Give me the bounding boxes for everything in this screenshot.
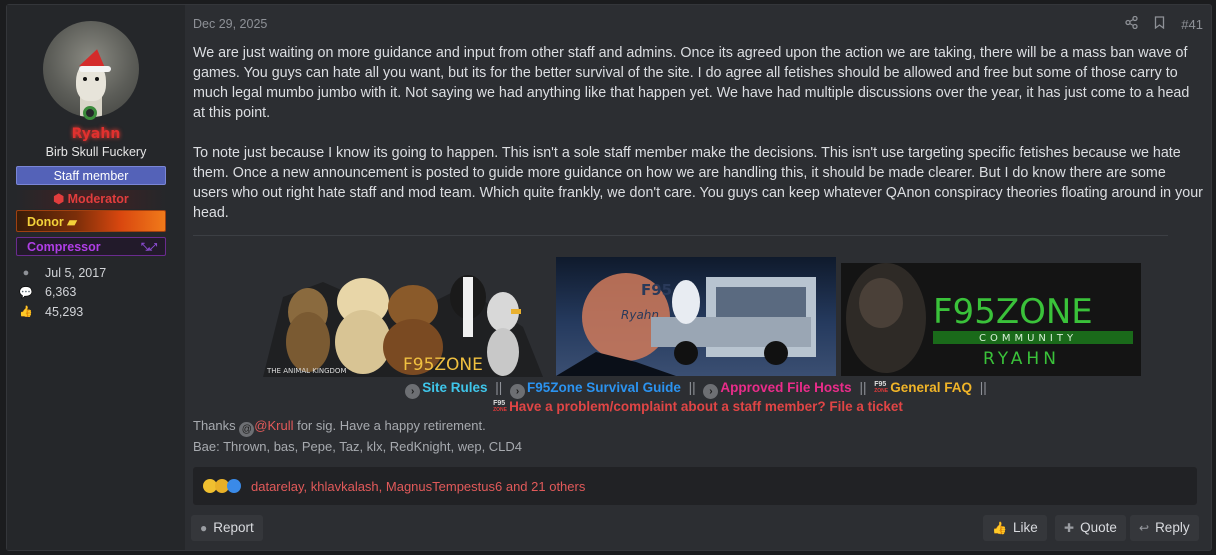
f95zone-community-banner: F95ZONE COMMUNITY RYAHN	[841, 263, 1141, 376]
report-button[interactable]: ● Report	[191, 515, 263, 541]
f95-logo-icon: F95 ZONE	[493, 400, 507, 413]
user-sidebar: Ryahn Birb Skull Fuckery Staff member ⬢ …	[7, 5, 185, 550]
thumbs-up-icon: 👍	[992, 521, 1007, 535]
svg-text:F95ZONE: F95ZONE	[403, 355, 483, 375]
donor-banner: Donor ▰	[16, 210, 166, 232]
reply-icon: ↩	[1139, 521, 1150, 535]
comments-icon: 💬	[19, 286, 33, 299]
like-emoji-icon	[227, 479, 241, 493]
stat-messages: 💬 6,363	[19, 285, 77, 300]
file-ticket-link[interactable]: Have a problem/complaint about a staff m…	[509, 399, 903, 414]
username[interactable]: Ryahn	[7, 126, 185, 142]
moderator-banner: ⬢ Moderator	[16, 190, 166, 209]
f95-logo-icon: F95 ZONE	[874, 381, 889, 394]
post-date[interactable]: Dec 29, 2025	[193, 17, 267, 31]
reactions-bar[interactable]: datarelay, khlavkalash, MagnusTempestus6…	[193, 467, 1197, 505]
moderator-icon: ⬢	[53, 192, 65, 206]
post-paragraph: To note just because I know its going to…	[193, 145, 1203, 221]
post-main: Dec 29, 2025 #41 We are just waiting on …	[191, 5, 1205, 550]
signature-text: Thanks @ @Krull for sig. Have a happy ret…	[193, 416, 522, 457]
svg-text:F95: F95	[641, 281, 672, 299]
at-icon: @	[239, 422, 255, 437]
site-rules-link[interactable]: Site Rules	[422, 380, 487, 395]
quote-button[interactable]: ✚ Quote	[1055, 515, 1126, 541]
truck-banner: F95 Ryahn	[556, 257, 836, 376]
chevron-right-icon: ›	[405, 384, 421, 399]
user-icon: ●	[22, 266, 30, 279]
general-faq-link[interactable]: General FAQ	[890, 380, 972, 395]
compressor-banner: Compressor ⤡⤢	[16, 237, 166, 256]
post-tools: #41	[1125, 15, 1203, 32]
donor-icon: ▰	[67, 215, 77, 229]
like-button[interactable]: 👍 Like	[983, 515, 1047, 541]
svg-text:RYAHN: RYAHN	[983, 349, 1060, 369]
mention-krull[interactable]: @Krull	[254, 418, 293, 433]
signature-ticket-line: F95 ZONE Have a problem/complaint about a …	[193, 399, 1203, 414]
online-status-indicator	[83, 106, 97, 120]
animal-kingdom-banner: THE ANIMAL KINGDOM F95ZONE	[263, 257, 543, 377]
alert-icon: ●	[200, 521, 208, 535]
compress-arrows-icon: ⤡⤢	[141, 242, 157, 253]
signature-divider	[193, 235, 1168, 236]
avatar[interactable]	[43, 21, 139, 117]
svg-text:COMMUNITY: COMMUNITY	[979, 333, 1077, 344]
svg-text:THE ANIMAL KINGDOM: THE ANIMAL KINGDOM	[266, 367, 347, 375]
user-title: Birb Skull Fuckery	[45, 145, 147, 159]
survival-guide-link[interactable]: F95Zone Survival Guide	[527, 380, 681, 395]
plus-icon: ✚	[1064, 521, 1075, 535]
svg-text:F95ZONE: F95ZONE	[933, 292, 1093, 332]
post-number[interactable]: #41	[1181, 17, 1203, 32]
stat-joined: ● Jul 5, 2017	[19, 263, 107, 283]
post-actions: ● Report 👍 Like ✚ Quote ↩ Reply	[191, 515, 1203, 541]
chevron-right-icon: ›	[703, 384, 719, 399]
user-stats: ● Jul 5, 2017 💬 6,363 👍 45,293	[19, 263, 106, 322]
signature-images: THE ANIMAL KINGDOM F95ZONE F95 Ryahn F95…	[263, 257, 1143, 379]
chevron-right-icon: ›	[510, 384, 526, 399]
reply-button[interactable]: ↩ Reply	[1130, 515, 1199, 541]
reaction-users[interactable]: datarelay, khlavkalash, MagnusTempestus6…	[251, 479, 585, 494]
post-paragraph: We are just waiting on more guidance and…	[193, 45, 1190, 121]
staff-member-banner: Staff member	[16, 166, 166, 185]
signature-links: › Site Rules || › F95Zone Survival Guide |…	[193, 380, 1203, 399]
thumbs-up-icon: 👍	[19, 306, 33, 319]
approved-hosts-link[interactable]: Approved File Hosts	[720, 380, 851, 395]
bae-line: Bae: Thrown, bas, Pepe, Taz, klx, RedKni…	[193, 439, 523, 454]
post-body: We are just waiting on more guidance and…	[193, 43, 1203, 243]
share-icon[interactable]	[1125, 15, 1138, 32]
bookmark-icon[interactable]	[1154, 16, 1165, 32]
post-container: Ryahn Birb Skull Fuckery Staff member ⬢ …	[6, 4, 1212, 551]
stat-reactions: 👍 45,293	[19, 304, 84, 319]
